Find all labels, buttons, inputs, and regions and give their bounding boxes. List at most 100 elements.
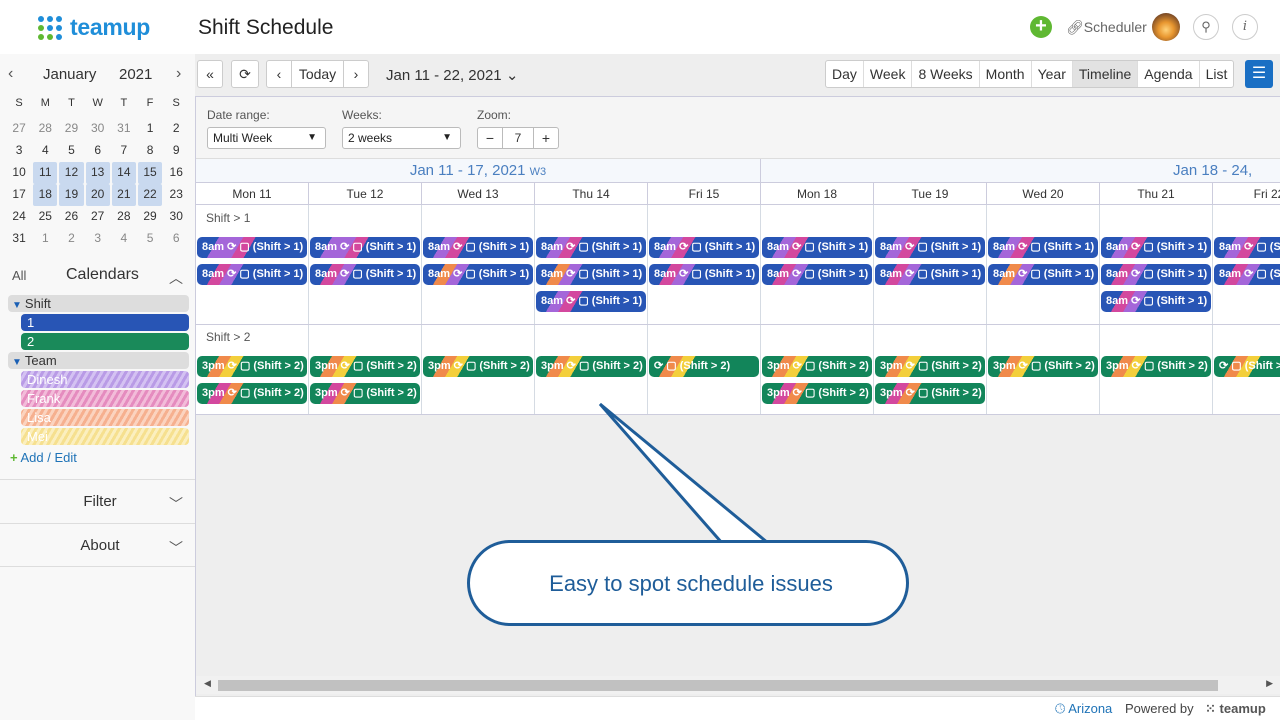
scroll-left-icon[interactable]: ◀ xyxy=(204,678,211,689)
day-header[interactable]: Wed 13 xyxy=(422,183,535,205)
calendar-item-mei[interactable]: Mei xyxy=(21,428,189,445)
calendar-item-frank[interactable]: Frank xyxy=(21,390,189,407)
mini-day[interactable]: 30 xyxy=(163,206,189,228)
event-shift-2[interactable]: 3pm ⟳ ▢ (Shift > 2) xyxy=(988,356,1098,377)
event-shift-1[interactable]: 8am ⟳ ▢ (Shift > 1) xyxy=(1214,264,1280,285)
menu-button[interactable]: ☰ xyxy=(1245,60,1273,88)
date-range-select[interactable]: Multi Week ▼ xyxy=(207,127,326,149)
mini-day[interactable]: 4 xyxy=(32,140,58,162)
event-shift-1[interactable]: 8am ⟳ ▢ (Shift > 1) xyxy=(197,264,307,285)
mini-day[interactable]: 25 xyxy=(32,206,58,228)
event-shift-1[interactable]: 8am ⟳ ▢ (Shift > 1) xyxy=(762,264,872,285)
event-shift-1[interactable]: 8am ⟳ ▢ (Shift > 1) xyxy=(536,264,646,285)
event-shift-1[interactable]: 8am ⟳ ▢ (Shift > 1) xyxy=(536,237,646,258)
event-shift-1[interactable]: 8am ⟳ ▢ (Shift > 1) xyxy=(310,264,420,285)
event-shift-2[interactable]: 3pm ⟳ ▢ (Shift > 2) xyxy=(762,356,872,377)
mini-day[interactable]: 23 xyxy=(163,184,189,206)
weeks-select[interactable]: 2 weeks ▼ xyxy=(342,127,461,149)
about-panel[interactable]: About ﹀ xyxy=(0,523,195,567)
day-header[interactable]: Fri 15 xyxy=(648,183,761,205)
event-shift-1[interactable]: 8am ⟳ ▢ (Shift > 1) xyxy=(1101,237,1211,258)
mini-day[interactable]: 2 xyxy=(163,118,189,140)
event-shift-1[interactable]: 8am ⟳ ▢ (Shift > 1) xyxy=(988,264,1098,285)
prev-month-icon[interactable]: ‹ xyxy=(8,65,13,83)
mini-day[interactable]: 6 xyxy=(163,228,189,250)
calendar-item-dinesh[interactable]: Dinesh xyxy=(21,371,189,388)
mini-day[interactable]: 5 xyxy=(137,228,163,250)
search-button[interactable]: ⚲ xyxy=(1193,14,1219,40)
day-header[interactable]: Mon 18 xyxy=(761,183,874,205)
day-header[interactable]: Wed 20 xyxy=(987,183,1100,205)
chevron-up-icon[interactable]: ︿ xyxy=(169,268,183,288)
event-shift-2[interactable]: ⟳ ▢ (Shift > 2) xyxy=(1214,356,1280,377)
calendar-group-team[interactable]: ▼ Team xyxy=(8,352,189,369)
day-header[interactable]: Tue 19 xyxy=(874,183,987,205)
event-shift-1[interactable]: 8am ⟳ ▢ (Shift > 1) xyxy=(1101,264,1211,285)
event-shift-2[interactable]: 3pm ⟳ ▢ (Shift > 2) xyxy=(762,383,872,404)
timezone-link[interactable]: 🕓︎ Arizona xyxy=(1055,701,1112,717)
mini-day[interactable]: 18 xyxy=(33,184,58,206)
event-shift-2[interactable]: 3pm ⟳ ▢ (Shift > 2) xyxy=(875,356,985,377)
zoom-in-button[interactable]: + xyxy=(533,127,559,149)
event-shift-1[interactable]: 8am ⟳ ▢ (Shift > 1) xyxy=(875,237,985,258)
mini-day[interactable]: 19 xyxy=(59,184,84,206)
event-shift-2[interactable]: 3pm ⟳ ▢ (Shift > 2) xyxy=(536,356,646,377)
event-shift-2[interactable]: 3pm ⟳ ▢ (Shift > 2) xyxy=(875,383,985,404)
jump-back-button[interactable]: « xyxy=(197,60,223,88)
mini-day[interactable]: 20 xyxy=(85,184,110,206)
calendar-item-shift-2[interactable]: 2 xyxy=(21,333,189,350)
date-range-picker[interactable]: Jan 11 - 22, 2021 ⌄ xyxy=(386,66,518,84)
event-shift-1[interactable]: 8am ⟳ ▢ (Shift > 1) xyxy=(988,237,1098,258)
mini-day[interactable]: 3 xyxy=(85,228,111,250)
event-shift-2[interactable]: 3pm ⟳ ▢ (Shift > 2) xyxy=(310,383,420,404)
mini-day[interactable]: 12 xyxy=(59,162,84,184)
mini-day[interactable]: 7 xyxy=(111,140,137,162)
scrollbar-thumb[interactable] xyxy=(218,680,1218,691)
calendar-item-lisa[interactable]: Lisa xyxy=(21,409,189,426)
mini-day[interactable]: 4 xyxy=(111,228,137,250)
mini-day[interactable]: 2 xyxy=(58,228,84,250)
teamup-logo[interactable]: teamup xyxy=(38,14,150,41)
event-shift-2[interactable]: 3pm ⟳ ▢ (Shift > 2) xyxy=(197,383,307,404)
filter-panel[interactable]: Filter ﹀ xyxy=(0,479,195,523)
avatar[interactable] xyxy=(1152,13,1180,41)
view-week[interactable]: Week xyxy=(864,61,913,87)
mini-day[interactable]: 26 xyxy=(58,206,84,228)
mini-day[interactable]: 30 xyxy=(85,118,111,140)
view-year[interactable]: Year xyxy=(1032,61,1073,87)
day-header[interactable]: Mon 11 xyxy=(196,183,309,205)
mini-day[interactable]: 14 xyxy=(111,162,136,184)
mini-day[interactable]: 16 xyxy=(163,162,189,184)
view-day[interactable]: Day xyxy=(826,61,864,87)
event-shift-2[interactable]: 3pm ⟳ ▢ (Shift > 2) xyxy=(1101,356,1211,377)
mini-day[interactable]: 31 xyxy=(111,118,137,140)
next-button[interactable]: › xyxy=(343,60,369,88)
mini-day[interactable]: 31 xyxy=(6,228,32,250)
mini-day[interactable]: 29 xyxy=(58,118,84,140)
mini-day[interactable]: 24 xyxy=(6,206,32,228)
mini-day[interactable]: 27 xyxy=(6,118,32,140)
view-8-weeks[interactable]: 8 Weeks xyxy=(912,61,980,87)
refresh-button[interactable]: ⟳ xyxy=(231,60,259,88)
view-agenda[interactable]: Agenda xyxy=(1138,61,1200,87)
event-shift-1[interactable]: 8am ⟳ ▢ (Shift > 1) xyxy=(536,291,646,312)
mini-day[interactable]: 1 xyxy=(32,228,58,250)
event-shift-1[interactable]: 8am ⟳ ▢ (Shift > 1) xyxy=(649,264,759,285)
zoom-value[interactable]: 7 xyxy=(503,127,533,149)
event-shift-1[interactable]: 8am ⟳ ▢ (Shift > 1) xyxy=(1214,237,1280,258)
scheduler-link[interactable]: 🔗︎Scheduler xyxy=(1066,19,1147,36)
prev-button[interactable]: ‹ xyxy=(266,60,292,88)
event-shift-1[interactable]: 8am ⟳ ▢ (Shift > 1) xyxy=(1101,291,1211,312)
mini-day[interactable]: 17 xyxy=(6,184,32,206)
mini-day[interactable]: 11 xyxy=(33,162,58,184)
zoom-out-button[interactable]: − xyxy=(477,127,503,149)
view-month[interactable]: Month xyxy=(980,61,1032,87)
event-shift-1[interactable]: 8am ⟳ ▢ (Shift > 1) xyxy=(875,264,985,285)
all-calendars-link[interactable]: All xyxy=(12,268,26,283)
mini-day[interactable]: 28 xyxy=(111,206,137,228)
next-month-icon[interactable]: › xyxy=(176,65,181,83)
mini-day[interactable]: 13 xyxy=(85,162,110,184)
day-header[interactable]: Fri 22 xyxy=(1213,183,1280,205)
mini-day[interactable]: 6 xyxy=(85,140,111,162)
event-shift-2[interactable]: ⟳ ▢ (Shift > 2) xyxy=(649,356,759,377)
